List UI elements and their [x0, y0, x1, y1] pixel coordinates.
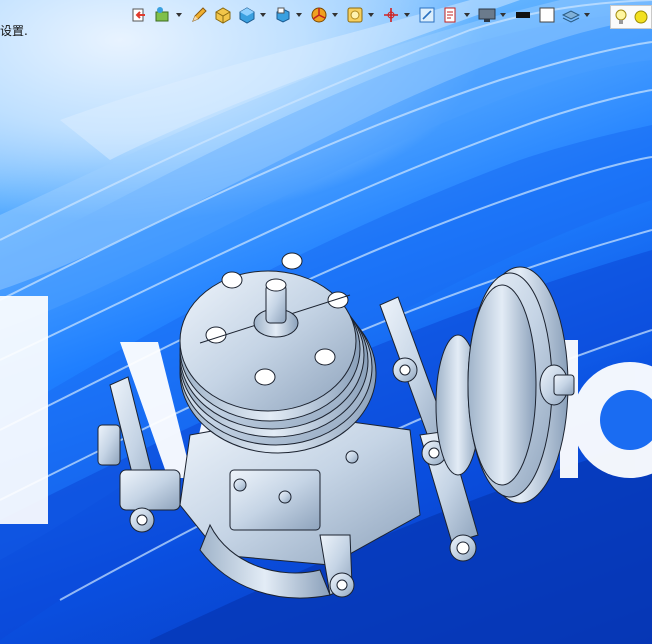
exit-arrow-icon [132, 8, 145, 22]
chevron-down-icon [500, 13, 506, 17]
view-settings-icon [444, 7, 456, 23]
frame-square-icon [539, 7, 555, 23]
view-triad-button[interactable] [380, 4, 402, 26]
zoom-fit-icon [419, 7, 435, 23]
sketch-pencil-button[interactable] [188, 4, 210, 26]
view-orientation-icon [155, 7, 169, 22]
view-orientation-button[interactable] [152, 4, 174, 26]
view-settings-button[interactable] [440, 4, 462, 26]
display-style-dropdown[interactable] [260, 4, 266, 26]
layers-button[interactable] [560, 4, 582, 26]
engine-3d-model[interactable] [80, 235, 600, 615]
section-cube-icon [215, 7, 231, 24]
appearance-pie-icon [311, 7, 327, 23]
heads-up-view-toolbar [128, 2, 652, 29]
zoom-to-fit-button[interactable] [416, 4, 438, 26]
status-text: 设置. [0, 24, 28, 38]
scene-icon [347, 7, 363, 23]
monitor-dropdown[interactable] [500, 4, 506, 26]
shaded-cube-icon [239, 7, 255, 24]
chevron-down-icon [332, 13, 338, 17]
triad-axes-icon [384, 8, 398, 22]
scene-dropdown[interactable] [368, 4, 374, 26]
hide-show-icon [276, 7, 290, 23]
chevron-down-icon [260, 13, 266, 17]
chevron-down-icon [296, 13, 302, 17]
hide-show-items-button[interactable] [272, 4, 294, 26]
monitor-icon [478, 8, 496, 22]
view-orientation-dropdown[interactable] [176, 4, 182, 26]
chevron-down-icon [404, 13, 410, 17]
sun-icon[interactable] [633, 9, 649, 25]
view-settings-dropdown[interactable] [464, 4, 470, 26]
chevron-down-icon [584, 13, 590, 17]
chevron-down-icon [176, 13, 182, 17]
graphics-viewport[interactable] [0, 0, 652, 644]
exit-sketch-button[interactable] [128, 4, 150, 26]
display-style-button[interactable] [236, 4, 258, 26]
display-monitor-button[interactable] [476, 4, 498, 26]
appearance-dropdown[interactable] [332, 4, 338, 26]
frame-button[interactable] [536, 4, 558, 26]
hide-show-dropdown[interactable] [296, 4, 302, 26]
apply-scene-button[interactable] [344, 4, 366, 26]
line-style-button[interactable] [512, 4, 534, 26]
layers-dropdown[interactable] [584, 4, 590, 26]
pencil-icon [192, 7, 207, 22]
layers-icon [562, 10, 580, 23]
section-view-button[interactable] [212, 4, 234, 26]
lighting-controls [610, 5, 652, 29]
triad-dropdown[interactable] [404, 4, 410, 26]
lightbulb-icon[interactable] [614, 9, 628, 25]
chevron-down-icon [464, 13, 470, 17]
black-bar-icon [516, 12, 530, 18]
chevron-down-icon [368, 13, 374, 17]
edit-appearance-button[interactable] [308, 4, 330, 26]
